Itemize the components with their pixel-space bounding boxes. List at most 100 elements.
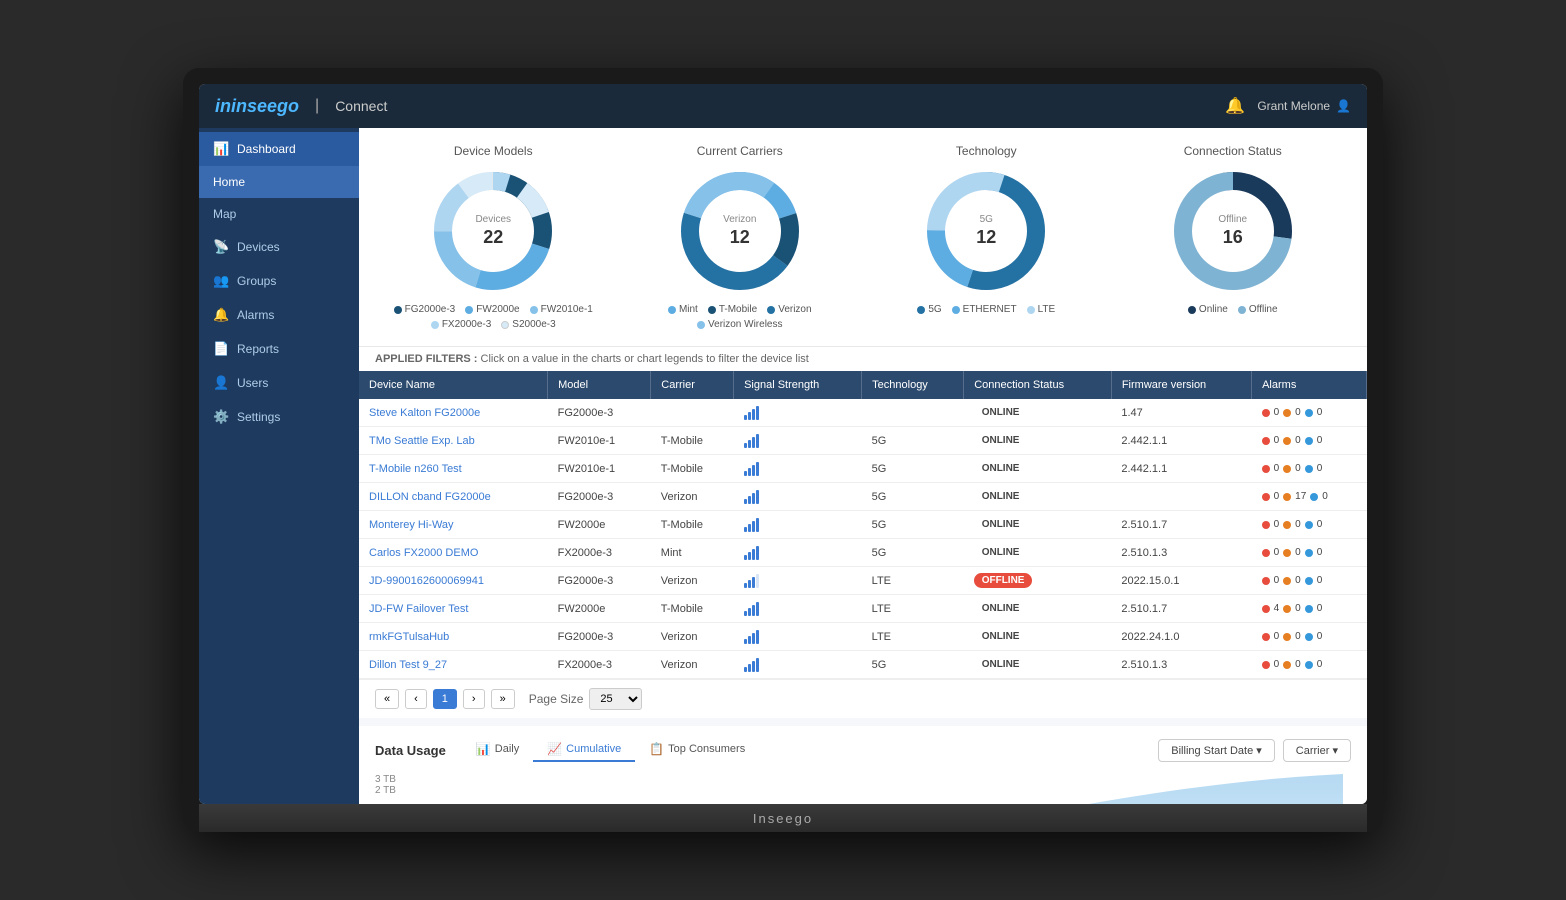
legend-item[interactable]: Verizon	[767, 304, 811, 315]
tab-daily[interactable]: 📊 Daily	[462, 738, 533, 762]
user-name: Grant Melone	[1257, 99, 1330, 113]
legend-item[interactable]: S2000e-3	[501, 319, 555, 330]
legend-item[interactable]: Offline	[1238, 304, 1278, 315]
sidebar-item-users[interactable]: 👤 Users	[199, 366, 359, 400]
col-carrier[interactable]: Carrier	[651, 371, 734, 399]
legend-item[interactable]: FW2000e	[465, 304, 519, 315]
y-label-2tb: 2 TB	[375, 785, 396, 796]
pagination-prev[interactable]: ‹	[405, 689, 427, 709]
user-menu[interactable]: Grant Melone 👤	[1257, 99, 1351, 113]
page-size-select[interactable]: 25 50 100	[589, 688, 642, 710]
sidebar-item-label: Home	[213, 175, 245, 189]
legend-item[interactable]: Mint	[668, 304, 698, 315]
bell-icon[interactable]: 🔔	[1225, 96, 1245, 116]
legend-item[interactable]: 5G	[917, 304, 941, 315]
cell-signal	[734, 511, 862, 539]
sidebar-item-home[interactable]: Home	[199, 166, 359, 198]
legend-item[interactable]: ETHERNET	[952, 304, 1017, 315]
cell-alarms: 0 0 0	[1252, 567, 1367, 595]
cell-device-name[interactable]: JD-9900162600069941	[359, 567, 548, 595]
col-model[interactable]: Model	[548, 371, 651, 399]
sidebar-item-devices[interactable]: 📡 Devices	[199, 230, 359, 264]
cell-alarms: 0 0 0	[1252, 539, 1367, 567]
legend-item[interactable]: T-Mobile	[708, 304, 757, 315]
tab-cumulative[interactable]: 📈 Cumulative	[533, 738, 635, 762]
table-row: T-Mobile n260 Test FW2010e-1 T-Mobile 5G…	[359, 455, 1367, 483]
sidebar-item-alarms[interactable]: 🔔 Alarms	[199, 298, 359, 332]
cell-device-name[interactable]: rmkFGTulsaHub	[359, 623, 548, 651]
chart-current-carriers: Current Carriers Verizon	[622, 144, 859, 330]
carrier-filter-button[interactable]: Carrier ▾	[1283, 739, 1351, 762]
donut-connection[interactable]: Offline 16	[1168, 166, 1298, 296]
cell-technology: 5G	[862, 511, 964, 539]
legend-item[interactable]: LTE	[1027, 304, 1056, 315]
sidebar-item-settings[interactable]: ⚙️ Settings	[199, 400, 359, 434]
cell-firmware	[1111, 483, 1251, 511]
cell-carrier: Mint	[651, 539, 734, 567]
pagination-last[interactable]: »	[491, 689, 515, 709]
col-device-name[interactable]: Device Name	[359, 371, 548, 399]
pagination-current[interactable]: 1	[433, 689, 457, 709]
sidebar-item-groups[interactable]: 👥 Groups	[199, 264, 359, 298]
cell-signal	[734, 427, 862, 455]
cell-alarms: 0 0 0	[1252, 427, 1367, 455]
legend-item[interactable]: FG2000e-3	[394, 304, 456, 315]
cell-model: FW2010e-1	[548, 455, 651, 483]
col-firmware[interactable]: Firmware version	[1111, 371, 1251, 399]
cell-carrier: T-Mobile	[651, 455, 734, 483]
sidebar-item-dashboard[interactable]: 📊 Dashboard	[199, 132, 359, 166]
cell-device-name[interactable]: TMo Seattle Exp. Lab	[359, 427, 548, 455]
usage-chart-area: 3 TB 2 TB	[419, 774, 1343, 804]
cell-model: FW2010e-1	[548, 427, 651, 455]
sidebar-item-reports[interactable]: 📄 Reports	[199, 332, 359, 366]
cell-firmware: 2.442.1.1	[1111, 427, 1251, 455]
cell-firmware: 2.510.1.7	[1111, 511, 1251, 539]
col-alarms[interactable]: Alarms	[1252, 371, 1367, 399]
cell-device-name[interactable]: DILLON cband FG2000e	[359, 483, 548, 511]
cell-device-name[interactable]: Monterey Hi-Way	[359, 511, 548, 539]
cell-model: FG2000e-3	[548, 483, 651, 511]
billing-start-date-button[interactable]: Billing Start Date ▾	[1158, 739, 1275, 762]
cell-alarms: 0 0 0	[1252, 651, 1367, 679]
donut-label-carriers: Verizon 12	[723, 213, 756, 249]
cell-device-name[interactable]: Dillon Test 9_27	[359, 651, 548, 679]
y-label-3tb: 3 TB	[375, 774, 396, 785]
cell-carrier: T-Mobile	[651, 427, 734, 455]
table-row: TMo Seattle Exp. Lab FW2010e-1 T-Mobile …	[359, 427, 1367, 455]
legend-item[interactable]: FW2010e-1	[530, 304, 593, 315]
pagination-first[interactable]: «	[375, 689, 399, 709]
cell-device-name[interactable]: T-Mobile n260 Test	[359, 455, 548, 483]
chart-title-connection: Connection Status	[1115, 144, 1352, 158]
sidebar-item-label: Settings	[237, 410, 280, 424]
sidebar-item-map[interactable]: Map	[199, 198, 359, 230]
cell-technology	[862, 399, 964, 427]
cell-technology: LTE	[862, 567, 964, 595]
cell-signal	[734, 651, 862, 679]
pagination-next[interactable]: ›	[463, 689, 485, 709]
legend-item[interactable]: Online	[1188, 304, 1228, 315]
donut-device-models[interactable]: Devices 22	[428, 166, 558, 296]
data-usage-section: Data Usage 📊 Daily 📈 Cumulative	[359, 726, 1367, 804]
donut-carriers[interactable]: Verizon 12	[675, 166, 805, 296]
col-connection-status[interactable]: Connection Status	[964, 371, 1112, 399]
usage-chart-svg	[419, 774, 1343, 804]
col-technology[interactable]: Technology	[862, 371, 964, 399]
table-row: JD-9900162600069941 FG2000e-3 Verizon LT…	[359, 567, 1367, 595]
legend-item[interactable]: Verizon Wireless	[697, 319, 782, 330]
dashboard-icon: 📊	[213, 141, 229, 157]
cell-device-name[interactable]: Carlos FX2000 DEMO	[359, 539, 548, 567]
brand-product: Connect	[335, 98, 387, 114]
donut-technology[interactable]: 5G 12	[921, 166, 1051, 296]
col-signal[interactable]: Signal Strength	[734, 371, 862, 399]
tab-top-consumers[interactable]: 📋 Top Consumers	[635, 738, 759, 762]
cell-firmware: 2022.24.1.0	[1111, 623, 1251, 651]
chart-title-device-models: Device Models	[375, 144, 612, 158]
legend-item[interactable]: FX2000e-3	[431, 319, 491, 330]
table-row: Monterey Hi-Way FW2000e T-Mobile 5G ONLI…	[359, 511, 1367, 539]
table-row: DILLON cband FG2000e FG2000e-3 Verizon 5…	[359, 483, 1367, 511]
cell-status: ONLINE	[964, 623, 1112, 651]
brand-logo: ininseego	[215, 96, 299, 117]
chart-title-carriers: Current Carriers	[622, 144, 859, 158]
cell-device-name[interactable]: Steve Kalton FG2000e	[359, 399, 548, 427]
cell-device-name[interactable]: JD-FW Failover Test	[359, 595, 548, 623]
